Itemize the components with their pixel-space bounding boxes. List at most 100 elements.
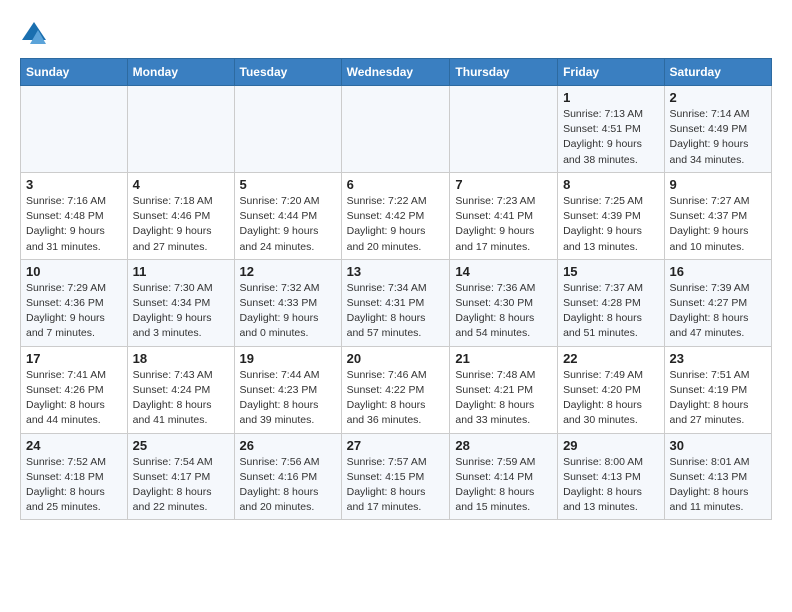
calendar-cell: 16Sunrise: 7:39 AMSunset: 4:27 PMDayligh…: [664, 259, 771, 346]
day-number: 7: [455, 177, 552, 192]
day-info: Sunrise: 7:34 AMSunset: 4:31 PMDaylight:…: [347, 281, 445, 342]
day-info: Sunrise: 7:37 AMSunset: 4:28 PMDaylight:…: [563, 281, 658, 342]
calendar-cell: 1Sunrise: 7:13 AMSunset: 4:51 PMDaylight…: [558, 86, 664, 173]
calendar-cell: 15 Sunrise: 7:37 AMSunset: 4:28 PMDayligh…: [558, 259, 664, 346]
calendar-cell: 25 Sunrise: 7:54 AMSunset: 4:17 PMDayligh…: [127, 433, 234, 520]
calendar-cell: 12 Sunrise: 7:32 AMSunset: 4:33 PMDayligh…: [234, 259, 341, 346]
day-number: 5: [240, 177, 336, 192]
calendar-cell: 19 Sunrise: 7:44 AMSunset: 4:23 PMDayligh…: [234, 346, 341, 433]
calendar-body: 1Sunrise: 7:13 AMSunset: 4:51 PMDaylight…: [21, 86, 772, 520]
day-info: Sunrise: 7:49 AMSunset: 4:20 PMDaylight:…: [563, 368, 658, 429]
calendar-cell: 13 Sunrise: 7:34 AMSunset: 4:31 PMDayligh…: [341, 259, 450, 346]
day-info: Sunrise: 7:59 AMSunset: 4:14 PMDaylight:…: [455, 455, 552, 516]
col-header-monday: Monday: [127, 59, 234, 86]
day-number: 20: [347, 351, 445, 366]
calendar-cell: 14 Sunrise: 7:36 AMSunset: 4:30 PMDayligh…: [450, 259, 558, 346]
day-number: 3: [26, 177, 122, 192]
day-number: 2: [670, 90, 766, 105]
day-info: Sunrise: 7:54 AMSunset: 4:17 PMDaylight:…: [133, 455, 229, 516]
day-number: 13: [347, 264, 445, 279]
day-number: 15: [563, 264, 658, 279]
calendar-cell: 26 Sunrise: 7:56 AMSunset: 4:16 PMDayligh…: [234, 433, 341, 520]
calendar-header: SundayMondayTuesdayWednesdayThursdayFrid…: [21, 59, 772, 86]
day-info: Sunrise: 7:22 AMSunset: 4:42 PMDaylight:…: [347, 194, 445, 255]
day-info: Sunrise: 7:57 AMSunset: 4:15 PMDaylight:…: [347, 455, 445, 516]
day-number: 24: [26, 438, 122, 453]
week-row-1: 1Sunrise: 7:13 AMSunset: 4:51 PMDaylight…: [21, 86, 772, 173]
day-info: Sunrise: 7:32 AMSunset: 4:33 PMDaylight:…: [240, 281, 336, 342]
calendar-cell: 8Sunrise: 7:25 AMSunset: 4:39 PMDaylight…: [558, 172, 664, 259]
day-number: 9: [670, 177, 766, 192]
day-number: 4: [133, 177, 229, 192]
calendar-cell: 27 Sunrise: 7:57 AMSunset: 4:15 PMDayligh…: [341, 433, 450, 520]
calendar-cell: [450, 86, 558, 173]
calendar-cell: [21, 86, 128, 173]
col-header-tuesday: Tuesday: [234, 59, 341, 86]
calendar-table: SundayMondayTuesdayWednesdayThursdayFrid…: [20, 58, 772, 520]
calendar-cell: 9 Sunrise: 7:27 AMSunset: 4:37 PMDaylight…: [664, 172, 771, 259]
day-number: 21: [455, 351, 552, 366]
day-info: Sunrise: 7:41 AMSunset: 4:26 PMDaylight:…: [26, 368, 122, 429]
day-number: 10: [26, 264, 122, 279]
calendar-cell: 18Sunrise: 7:43 AMSunset: 4:24 PMDayligh…: [127, 346, 234, 433]
day-info: Sunrise: 7:51 AMSunset: 4:19 PMDaylight:…: [670, 368, 766, 429]
calendar-cell: 7 Sunrise: 7:23 AMSunset: 4:41 PMDaylight…: [450, 172, 558, 259]
calendar-cell: 24 Sunrise: 7:52 AMSunset: 4:18 PMDayligh…: [21, 433, 128, 520]
day-info: Sunrise: 7:52 AMSunset: 4:18 PMDaylight:…: [26, 455, 122, 516]
day-info: Sunrise: 7:43 AMSunset: 4:24 PMDaylight:…: [133, 368, 229, 429]
calendar-cell: 30 Sunrise: 8:01 AMSunset: 4:13 PMDayligh…: [664, 433, 771, 520]
calendar-cell: 20 Sunrise: 7:46 AMSunset: 4:22 PMDayligh…: [341, 346, 450, 433]
day-number: 23: [670, 351, 766, 366]
day-number: 19: [240, 351, 336, 366]
day-number: 8: [563, 177, 658, 192]
day-info: Sunrise: 7:36 AMSunset: 4:30 PMDaylight:…: [455, 281, 552, 342]
week-row-4: 17 Sunrise: 7:41 AMSunset: 4:26 PMDayligh…: [21, 346, 772, 433]
day-number: 26: [240, 438, 336, 453]
col-header-thursday: Thursday: [450, 59, 558, 86]
day-info: Sunrise: 7:44 AMSunset: 4:23 PMDaylight:…: [240, 368, 336, 429]
calendar-cell: 2 Sunrise: 7:14 AMSunset: 4:49 PMDaylight…: [664, 86, 771, 173]
day-number: 6: [347, 177, 445, 192]
col-header-friday: Friday: [558, 59, 664, 86]
col-header-sunday: Sunday: [21, 59, 128, 86]
day-info: Sunrise: 7:20 AMSunset: 4:44 PMDaylight:…: [240, 194, 336, 255]
week-row-5: 24 Sunrise: 7:52 AMSunset: 4:18 PMDayligh…: [21, 433, 772, 520]
calendar-cell: 22Sunrise: 7:49 AMSunset: 4:20 PMDayligh…: [558, 346, 664, 433]
day-number: 29: [563, 438, 658, 453]
day-info: Sunrise: 7:29 AMSunset: 4:36 PMDaylight:…: [26, 281, 122, 342]
day-number: 27: [347, 438, 445, 453]
calendar-cell: [127, 86, 234, 173]
day-info: Sunrise: 7:16 AMSunset: 4:48 PMDaylight:…: [26, 194, 122, 255]
calendar-cell: 10 Sunrise: 7:29 AMSunset: 4:36 PMDayligh…: [21, 259, 128, 346]
logo: [20, 20, 52, 48]
day-info: Sunrise: 7:56 AMSunset: 4:16 PMDaylight:…: [240, 455, 336, 516]
day-info: Sunrise: 7:46 AMSunset: 4:22 PMDaylight:…: [347, 368, 445, 429]
day-number: 12: [240, 264, 336, 279]
page-header: [20, 20, 772, 48]
day-info: Sunrise: 7:48 AMSunset: 4:21 PMDaylight:…: [455, 368, 552, 429]
calendar-cell: 21 Sunrise: 7:48 AMSunset: 4:21 PMDayligh…: [450, 346, 558, 433]
calendar-cell: 3 Sunrise: 7:16 AMSunset: 4:48 PMDaylight…: [21, 172, 128, 259]
header-row: SundayMondayTuesdayWednesdayThursdayFrid…: [21, 59, 772, 86]
day-info: Sunrise: 7:30 AMSunset: 4:34 PMDaylight:…: [133, 281, 229, 342]
day-info: Sunrise: 8:00 AMSunset: 4:13 PMDaylight:…: [563, 455, 658, 516]
day-number: 14: [455, 264, 552, 279]
calendar-cell: [234, 86, 341, 173]
calendar-cell: 28 Sunrise: 7:59 AMSunset: 4:14 PMDayligh…: [450, 433, 558, 520]
day-number: 11: [133, 264, 229, 279]
day-info: Sunrise: 7:23 AMSunset: 4:41 PMDaylight:…: [455, 194, 552, 255]
calendar-cell: 29 Sunrise: 8:00 AMSunset: 4:13 PMDayligh…: [558, 433, 664, 520]
day-number: 17: [26, 351, 122, 366]
day-info: Sunrise: 7:18 AMSunset: 4:46 PMDaylight:…: [133, 194, 229, 255]
col-header-saturday: Saturday: [664, 59, 771, 86]
day-number: 25: [133, 438, 229, 453]
day-info: Sunrise: 7:27 AMSunset: 4:37 PMDaylight:…: [670, 194, 766, 255]
day-number: 28: [455, 438, 552, 453]
day-info: Sunrise: 8:01 AMSunset: 4:13 PMDaylight:…: [670, 455, 766, 516]
col-header-wednesday: Wednesday: [341, 59, 450, 86]
logo-icon: [20, 20, 48, 48]
day-number: 30: [670, 438, 766, 453]
day-info: Sunrise: 7:14 AMSunset: 4:49 PMDaylight:…: [670, 107, 766, 168]
calendar-cell: 11 Sunrise: 7:30 AMSunset: 4:34 PMDayligh…: [127, 259, 234, 346]
day-info: Sunrise: 7:13 AMSunset: 4:51 PMDaylight:…: [563, 107, 658, 168]
